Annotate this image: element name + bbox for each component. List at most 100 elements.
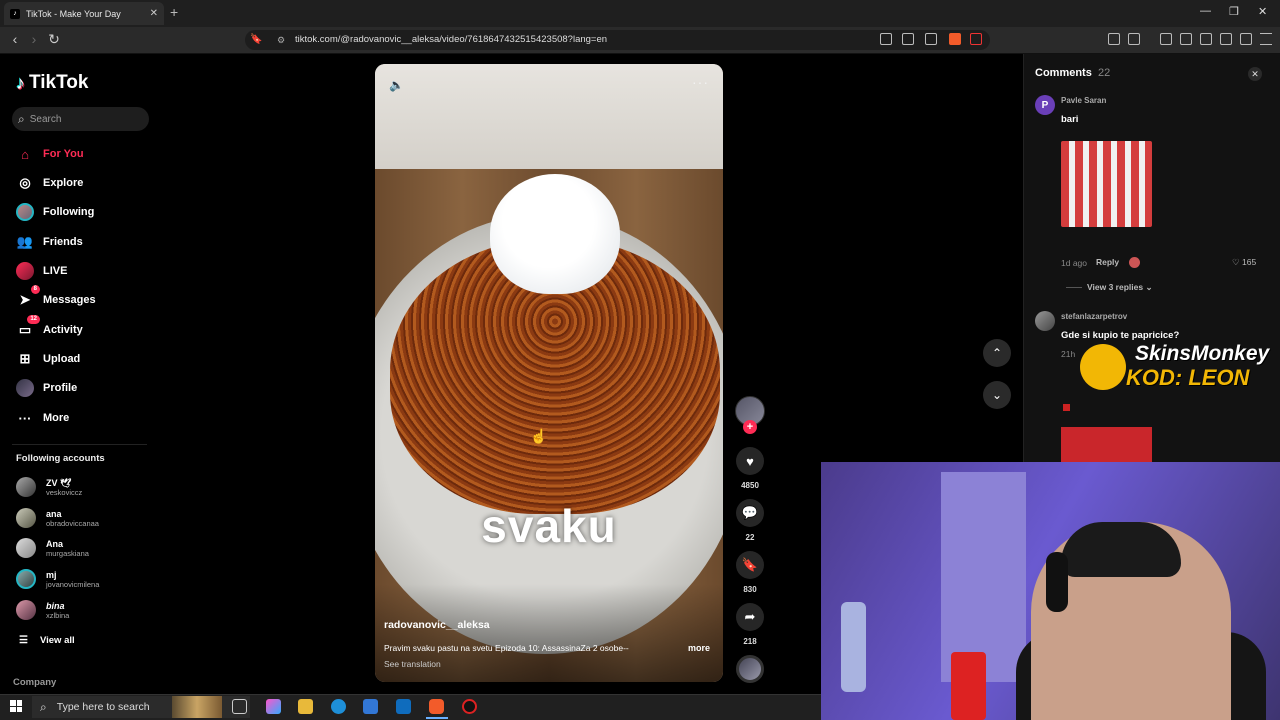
reader-icon[interactable] <box>902 33 914 45</box>
close-tab-icon[interactable]: ✕ <box>150 8 158 19</box>
vpn-icon[interactable] <box>1240 33 1252 45</box>
followed-account[interactable]: Ana murgaskiana <box>16 534 89 562</box>
volume-icon[interactable]: 🔈 <box>389 78 404 92</box>
video-author[interactable]: radovanovic__aleksa <box>384 619 490 631</box>
reply-button[interactable]: Reply <box>1096 257 1119 267</box>
follow-plus-icon[interactable]: + <box>743 420 757 434</box>
webcam-door <box>941 472 1026 682</box>
followed-account[interactable]: mj jovanovicmilena <box>16 565 99 593</box>
wallet-icon[interactable] <box>1200 33 1212 45</box>
comment-username[interactable]: Pavle Saran <box>1061 96 1106 105</box>
save-button[interactable]: 🔖 <box>736 551 764 579</box>
media-icon[interactable] <box>1160 33 1172 45</box>
avatar <box>16 379 34 397</box>
sponsor-name: SkinsMonkey <box>1135 342 1270 365</box>
nav-label: For You <box>43 148 84 160</box>
restore-icon[interactable]: ❐ <box>1229 5 1239 18</box>
view-all-link[interactable]: ☰ View all <box>19 635 75 646</box>
address-bar[interactable]: 🔖 ⚙ tiktok.com/@radovanovic__aleksa/vide… <box>245 30 990 50</box>
comment-image[interactable] <box>1061 141 1152 227</box>
description-more-button[interactable]: more <box>688 643 710 653</box>
taskbar-widget[interactable] <box>172 696 222 718</box>
edge-icon[interactable] <box>331 699 346 714</box>
bookmark-icon[interactable]: 🔖 <box>250 30 262 50</box>
comment-username[interactable]: stefanlazarpetrov <box>1061 312 1127 321</box>
back-icon[interactable]: ‹ <box>6 31 24 47</box>
brave-shield-icon[interactable] <box>949 33 961 45</box>
menu-icon[interactable] <box>1260 33 1272 45</box>
webcam-bottle <box>841 602 866 692</box>
brave-icon[interactable] <box>429 699 444 714</box>
nav-live[interactable]: LIVE <box>16 261 67 281</box>
replies-divider <box>1066 287 1082 288</box>
store-icon[interactable] <box>363 699 378 714</box>
close-window-icon[interactable]: ✕ <box>1258 5 1267 18</box>
reload-icon[interactable]: ↻ <box>45 31 63 48</box>
comments-count: 22 <box>1098 67 1111 79</box>
tiktok-logo[interactable]: ♪ TikTok <box>16 72 88 94</box>
comment-time: 1d ago <box>1061 258 1087 268</box>
followed-account[interactable]: ana obradoviccanaa <box>16 504 99 532</box>
view-replies-button[interactable]: View 3 replies ⌄ <box>1087 282 1153 293</box>
nav-following[interactable]: Following <box>16 202 94 222</box>
company-link[interactable]: Company <box>13 677 56 688</box>
new-tab-icon[interactable]: + <box>170 4 178 20</box>
video-player[interactable]: 🔈 ··· svaku <box>375 64 723 682</box>
nav-explore[interactable]: ◎ Explore <box>16 173 83 193</box>
sponsor-code: KOD: LEON <box>1126 365 1250 390</box>
nav-more[interactable]: ··· More <box>16 408 70 428</box>
browser-tab[interactable]: ♪ TikTok - Make Your Day ✕ <box>4 2 164 25</box>
next-video-button[interactable]: ⌄ <box>983 381 1011 409</box>
nav-profile[interactable]: Profile <box>16 378 77 398</box>
save-count: 830 <box>743 585 757 594</box>
headset-icon <box>1046 552 1068 612</box>
leo-ai-icon[interactable] <box>1220 33 1232 45</box>
account-name: ana <box>46 508 62 519</box>
previous-video-button[interactable]: ⌃ <box>983 339 1011 367</box>
comment-like[interactable]: ♡ 165 <box>1232 257 1256 268</box>
outlook-icon[interactable] <box>396 699 411 714</box>
cast-icon[interactable] <box>880 33 892 45</box>
nav-friends[interactable]: 👥 Friends <box>16 232 83 252</box>
extensions-icon[interactable] <box>1108 33 1120 45</box>
copilot-icon[interactable] <box>266 699 281 714</box>
nav-activity[interactable]: ▭ 12 Activity <box>16 315 83 340</box>
followed-account[interactable]: ZV 🕊 veskoviccz <box>16 473 82 501</box>
comment-image[interactable] <box>1061 427 1152 462</box>
windows-start-icon[interactable] <box>10 700 22 712</box>
music-disc-avatar[interactable] <box>736 655 764 683</box>
brave-rewards-icon[interactable] <box>970 33 982 45</box>
share-button[interactable]: ➦ <box>736 603 764 631</box>
search-input[interactable]: ⌕ Search <box>12 107 149 131</box>
task-view-icon[interactable] <box>232 699 247 714</box>
minimize-icon[interactable]: — <box>1200 5 1211 17</box>
forward-icon[interactable]: › <box>25 31 43 47</box>
site-info-icon[interactable]: ⚙ <box>277 30 285 50</box>
account-handle: jovanovicmilena <box>46 579 100 589</box>
friends-icon: 👥 <box>16 234 34 249</box>
nav-messages[interactable]: ➤ 8 Messages <box>16 285 96 310</box>
like-button[interactable]: ♥ <box>736 447 764 475</box>
nav-label: Following <box>43 206 95 218</box>
obs-icon[interactable] <box>462 699 477 714</box>
commenter-avatar[interactable] <box>1035 311 1055 331</box>
see-translation-link[interactable]: See translation <box>384 659 441 669</box>
nav-label: More <box>43 412 70 424</box>
followed-account[interactable]: bina xzlbina <box>16 596 69 624</box>
share-icon[interactable] <box>925 33 937 45</box>
nav-upload[interactable]: ⊞ Upload <box>16 349 81 369</box>
nav-for-you[interactable]: ⌂ For You <box>16 144 84 164</box>
sidebar-toggle-icon[interactable] <box>1180 33 1192 45</box>
comment-time: 21h <box>1061 349 1076 359</box>
video-options-icon[interactable]: ··· <box>692 74 709 90</box>
nav-label: Profile <box>43 382 78 394</box>
close-comments-icon[interactable]: ✕ <box>1248 67 1262 81</box>
screenshot-icon[interactable] <box>1128 33 1140 45</box>
commenter-avatar[interactable]: P <box>1035 95 1055 115</box>
avatar <box>16 203 34 221</box>
search-icon: ⌕ <box>18 111 25 126</box>
creator-liked-avatar <box>1129 257 1140 268</box>
file-explorer-icon[interactable] <box>298 699 313 714</box>
taskbar-search-placeholder: Type here to search <box>56 701 150 713</box>
comment-button[interactable]: 💬 <box>736 499 764 527</box>
